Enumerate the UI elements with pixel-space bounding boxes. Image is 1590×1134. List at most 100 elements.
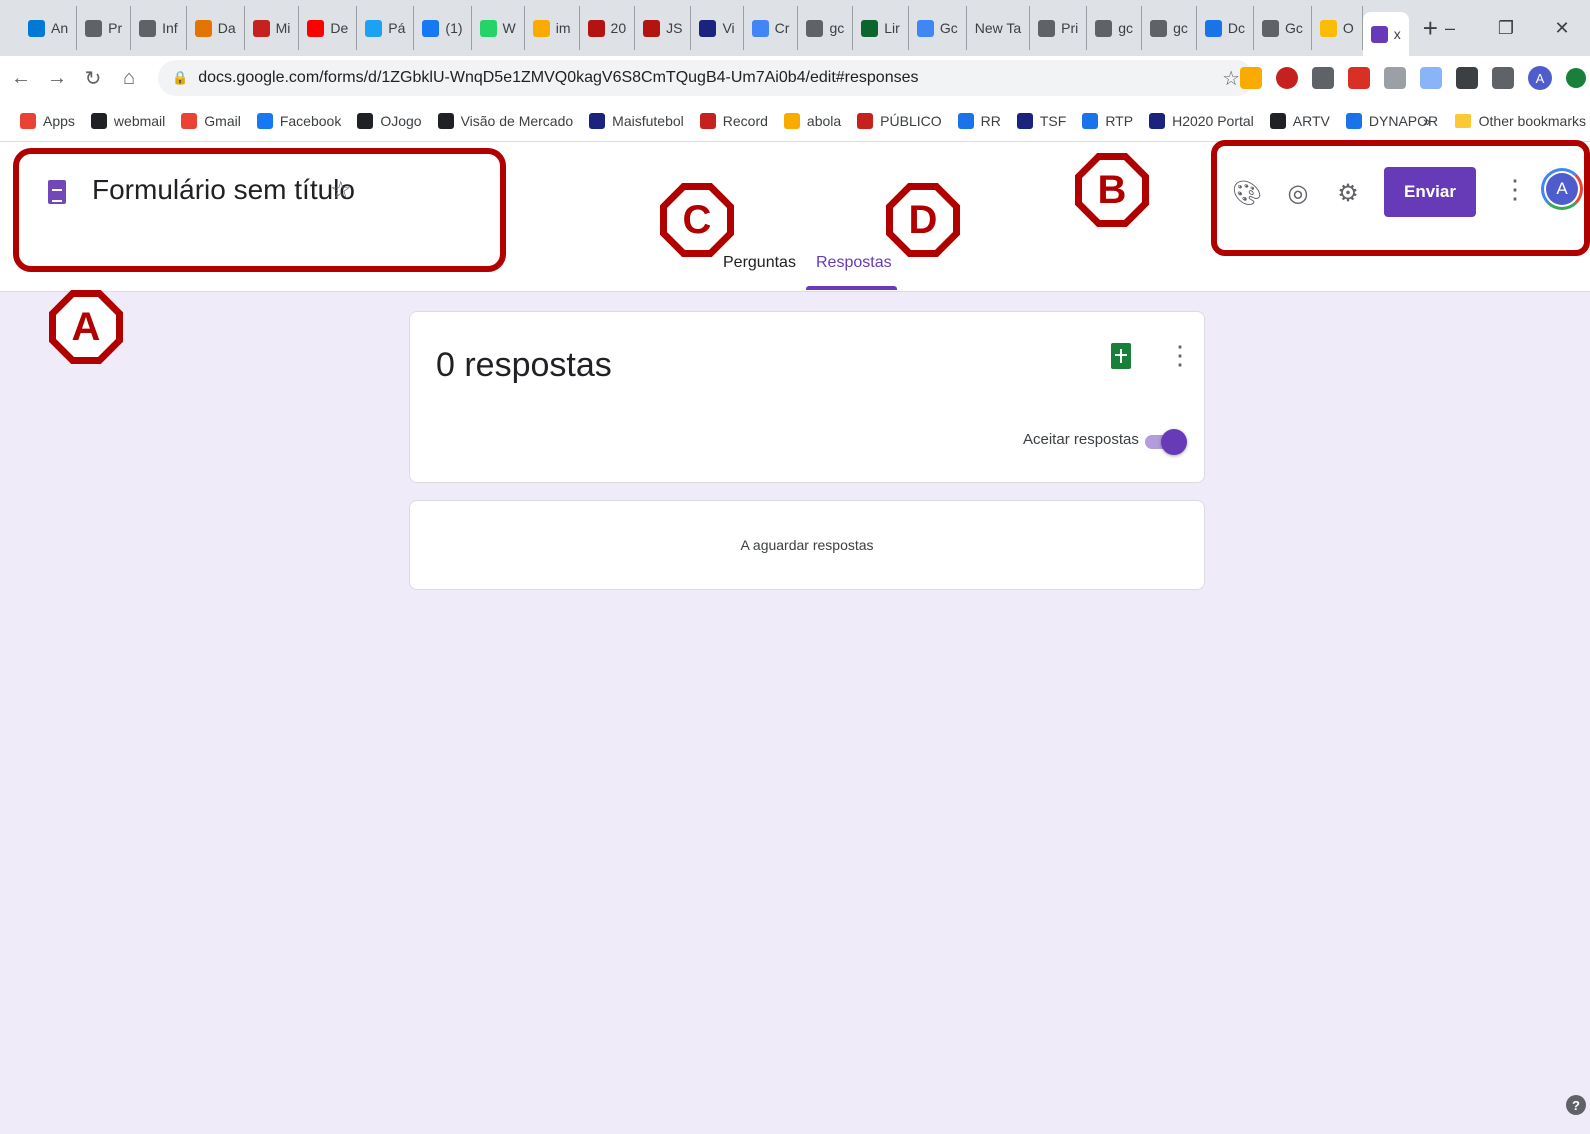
active-tab-close[interactable]: x [1394,26,1401,42]
active-tab[interactable]: x [1362,12,1409,56]
bookmark-item[interactable]: Apps [20,112,75,129]
browser-tab[interactable]: Pr [77,6,132,50]
extension-icon[interactable] [1384,67,1406,89]
bookmark-item[interactable]: RR [957,112,1001,129]
browser-tab[interactable]: Gc [909,6,967,50]
profile-avatar[interactable]: A [1528,66,1552,90]
browser-tab[interactable]: De [299,6,358,50]
browser-tab[interactable]: 20 [580,6,636,50]
browser-tab[interactable]: Inf [131,6,187,50]
bookmark-item[interactable]: Gmail [181,112,241,129]
browser-tab[interactable]: gc [798,6,854,50]
browser-tab[interactable]: JS [635,6,692,50]
forward-icon[interactable]: → [42,67,72,90]
browser-tab[interactable]: New Ta [967,6,1031,50]
browser-tab[interactable]: Dc [1197,6,1254,50]
accept-responses-toggle[interactable] [1143,429,1187,455]
other-bookmarks[interactable]: Other bookmarks [1479,113,1586,129]
browser-tab[interactable]: Cr [744,6,799,50]
browser-tab[interactable]: Da [187,6,245,50]
bookmarks-overflow-button[interactable]: » [1423,113,1431,129]
bookmark-item[interactable]: Record [699,112,768,129]
bookmark-label: ARTV [1292,112,1330,129]
browser-tab-label: Pr [108,20,123,36]
globe-icon [806,19,824,37]
close-window-button[interactable]: ✕ [1534,18,1590,39]
extension-icon[interactable] [1420,67,1442,89]
extension-icon[interactable] [1240,67,1262,89]
adblock-icon[interactable] [1276,67,1298,89]
bookmark-list: Apps webmail Gmail Facebook OJogo Visão de Me… [20,112,1454,129]
bookmark-favicon-icon [699,112,716,129]
drive-icon [1319,19,1337,37]
bookmark-label: Facebook [279,112,342,129]
bookmark-item[interactable]: Maisfutebol [589,112,684,129]
help-icon[interactable]: ? [1566,1095,1586,1115]
bookmark-item[interactable]: OJogo [357,112,422,129]
docs-icon [916,19,934,37]
url-text[interactable]: docs.google.com/forms/d/1ZGbklU-WnqD5e1Z… [198,69,918,87]
extension-icon[interactable] [1348,67,1370,89]
address-bar[interactable]: 🔒 docs.google.com/forms/d/1ZGbklU-WnqD5e… [158,60,1254,96]
app-icon [532,19,550,37]
browser-tab[interactable]: An [20,6,78,50]
tab-perguntas[interactable]: Perguntas [723,254,796,272]
browser-tab[interactable]: Vi [691,6,744,50]
browser-tab-label: JS [666,20,683,36]
browser-tab-label: Lir [884,20,900,36]
bookmark-favicon-icon [357,112,374,129]
browser-tab-label: Cr [774,20,790,36]
restore-button[interactable]: ❐ [1478,18,1534,39]
bookmark-label: Maisfutebol [612,112,684,129]
bookmark-item[interactable]: TSF [1016,112,1066,129]
browser-tab-label: Gc [1284,20,1303,36]
browser-tab[interactable]: (1) [414,6,472,50]
browser-tab[interactable]: Mi [245,6,300,50]
browser-tab-label: Pri [1061,20,1079,36]
globe-icon [85,19,103,37]
puzzle-icon[interactable] [1456,67,1478,89]
bookmark-favicon-icon [90,112,107,129]
minimize-button[interactable]: – [1422,18,1478,39]
bookmark-label: Record [722,112,768,129]
back-icon[interactable]: ← [6,67,36,90]
browser-tab[interactable]: W [472,6,525,50]
bookmark-item[interactable]: ARTV [1269,112,1330,129]
update-icon[interactable] [1566,68,1586,88]
browser-tabstrip: An Pr Inf Da Mi De Pá (1) Wim 20 JS Vi Cr gc Lir Gc New … [0,0,1590,56]
app-icon [194,19,212,37]
reload-icon[interactable]: ↻ [78,66,108,91]
browser-tab[interactable]: O [1312,6,1363,50]
browser-tab-label: New Ta [974,20,1022,36]
responses-more-icon[interactable]: ⋮ [1167,340,1193,371]
bookmark-favicon-icon [1016,112,1033,129]
sheets-icon[interactable] [1111,343,1131,369]
browser-tab[interactable]: Lir [853,6,909,50]
reading-list-icon[interactable] [1492,67,1514,89]
browser-tab[interactable]: gc [1142,6,1197,50]
home-icon[interactable]: ⌂ [114,67,144,90]
browser-tab-label: Inf [162,20,178,36]
bookmark-item[interactable]: Visão de Mercado [437,112,573,129]
browser-tab[interactable]: Pá [357,6,415,50]
drive-extension-icon[interactable] [1312,67,1334,89]
browser-tab-label: De [330,20,349,36]
browser-tab[interactable]: Gc [1254,6,1312,50]
bookmark-star-icon[interactable]: ☆ [1222,66,1240,91]
tab-respostas[interactable]: Respostas [816,254,892,272]
bookmark-item[interactable]: webmail [90,112,165,129]
browser-tab[interactable]: gc [1087,6,1143,50]
browser-tab[interactable]: Pri [1030,6,1088,50]
annotation-box-a [13,148,506,272]
browser-tab[interactable]: im [525,6,580,50]
extensions-area: A [1240,56,1590,100]
bookmark-favicon-icon [957,112,974,129]
tab-list: An Pr Inf Da Mi De Pá (1) Wim 20 JS Vi Cr gc Lir Gc New … [20,0,1363,56]
bookmark-item[interactable]: H2020 Portal [1149,112,1254,129]
bookmark-item[interactable]: PÚBLICO [857,112,942,129]
bookmark-item[interactable]: Facebook [256,112,342,129]
twitter-icon [365,19,383,37]
bookmark-item[interactable]: RTP [1082,112,1133,129]
browser-tab-label: O [1342,20,1354,36]
bookmark-item[interactable]: abola [783,112,841,129]
